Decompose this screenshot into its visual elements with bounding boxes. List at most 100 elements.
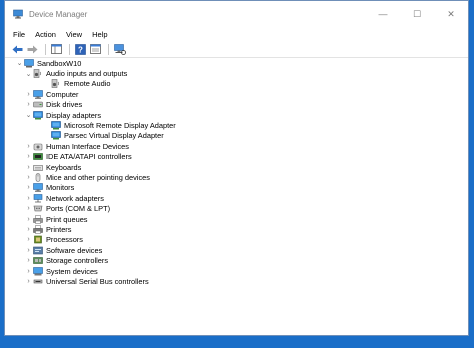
- display-adapter-icon: [33, 110, 43, 120]
- tree-item-label: Human Interface Devices: [46, 141, 129, 151]
- speaker-icon: [51, 79, 61, 89]
- tree-category[interactable]: › Software devices: [5, 245, 468, 255]
- tree-category[interactable]: › Network adapters: [5, 193, 468, 203]
- tree-category[interactable]: › Keyboards: [5, 162, 468, 172]
- console-tree-icon: [51, 44, 62, 54]
- help-icon: ?: [75, 43, 86, 55]
- maximize-button[interactable]: ☐: [400, 1, 434, 27]
- window-title: Device Manager: [29, 9, 88, 19]
- monitor-icon: [33, 183, 43, 193]
- expand-chevron-icon[interactable]: ›: [24, 246, 33, 255]
- collapse-chevron-icon[interactable]: ⌄: [24, 69, 33, 78]
- scan-hardware-changes-button[interactable]: [113, 43, 126, 56]
- system-device-icon: [33, 266, 43, 276]
- expand-chevron-icon[interactable]: ›: [24, 142, 33, 151]
- display-adapter-icon: [51, 121, 61, 130]
- tree-category[interactable]: › Computer: [5, 89, 468, 99]
- tree-device[interactable]: Parsec Virtual Display Adapter: [5, 131, 468, 141]
- tree-item-label: IDE ATA/ATAPI controllers: [46, 152, 132, 162]
- collapse-chevron-icon[interactable]: ⌄: [15, 59, 24, 68]
- expand-chevron-icon[interactable]: ›: [24, 152, 33, 161]
- expand-chevron-icon[interactable]: ›: [24, 267, 33, 276]
- menu-help[interactable]: Help: [88, 30, 111, 39]
- expand-chevron-icon[interactable]: ›: [24, 235, 33, 244]
- tree-item-label: Disk drives: [46, 100, 83, 110]
- tree-category[interactable]: › Monitors: [5, 183, 468, 193]
- tree-item-label: Remote Audio: [64, 79, 111, 89]
- toolbar-separator: [69, 43, 70, 55]
- device-manager-icon: [13, 9, 23, 19]
- printer-icon: [33, 225, 43, 234]
- properties-button[interactable]: [89, 43, 102, 56]
- tree-item-label: Print queues: [46, 214, 88, 224]
- expand-chevron-icon[interactable]: ›: [24, 173, 33, 182]
- menu-file[interactable]: File: [9, 30, 29, 39]
- forward-button[interactable]: [26, 43, 39, 56]
- collapse-chevron-icon[interactable]: ⌄: [24, 111, 33, 120]
- tree-category[interactable]: › Print queues: [5, 214, 468, 224]
- menu-view[interactable]: View: [62, 30, 86, 39]
- tree-item-label: System devices: [46, 266, 98, 276]
- tree-category[interactable]: › Printers: [5, 224, 468, 234]
- menu-bar: File Action View Help: [5, 27, 468, 41]
- tree-category[interactable]: › Mice and other pointing devices: [5, 172, 468, 182]
- tree-item-label: Storage controllers: [46, 256, 109, 266]
- processor-icon: [33, 235, 43, 244]
- device-tree[interactable]: ⌄ SandboxW10 ⌄ Audio inputs and outputs Re…: [5, 57, 468, 335]
- tree-item-label: Parsec Virtual Display Adapter: [64, 131, 164, 141]
- tree-item-label: Monitors: [46, 183, 75, 193]
- menu-action[interactable]: Action: [31, 30, 60, 39]
- tree-item-label: Network adapters: [46, 193, 104, 203]
- expand-chevron-icon[interactable]: ›: [24, 204, 33, 213]
- tree-category[interactable]: › Universal Serial Bus controllers: [5, 276, 468, 286]
- tree-item-label: Audio inputs and outputs: [46, 69, 128, 79]
- expand-chevron-icon[interactable]: ›: [24, 225, 33, 234]
- tree-item-label: Ports (COM & LPT): [46, 204, 111, 214]
- usb-icon: [33, 277, 43, 286]
- close-button[interactable]: ✕: [434, 1, 468, 27]
- print-queue-icon: [33, 214, 43, 224]
- forward-arrow-icon: [27, 45, 38, 53]
- tree-device[interactable]: Remote Audio: [5, 79, 468, 89]
- tree-device[interactable]: Microsoft Remote Display Adapter: [5, 120, 468, 130]
- help-button[interactable]: ?: [74, 43, 87, 56]
- expand-chevron-icon[interactable]: ›: [24, 163, 33, 172]
- tree-category[interactable]: ⌄ Audio inputs and outputs: [5, 68, 468, 78]
- back-button[interactable]: [11, 43, 24, 56]
- tree-item-label: Processors: [46, 235, 83, 245]
- toolbar-separator: [108, 43, 109, 55]
- properties-icon: [90, 44, 101, 54]
- tree-category[interactable]: › System devices: [5, 266, 468, 276]
- expand-chevron-icon[interactable]: ›: [24, 183, 33, 192]
- hid-icon: [33, 142, 43, 151]
- category-list: ⌄ Audio inputs and outputs Remote Audio › Co…: [5, 68, 468, 286]
- tree-category[interactable]: › Ports (COM & LPT): [5, 203, 468, 213]
- device-manager-window: Device Manager — ☐ ✕ File Action View He…: [4, 0, 469, 336]
- title-bar[interactable]: Device Manager — ☐ ✕: [5, 1, 468, 27]
- tree-item-label: Keyboards: [46, 162, 82, 172]
- expand-chevron-icon[interactable]: ›: [24, 100, 33, 109]
- expand-chevron-icon[interactable]: ›: [24, 90, 33, 99]
- expand-chevron-icon[interactable]: ›: [24, 256, 33, 265]
- speaker-icon: [33, 69, 43, 78]
- disk-icon: [33, 100, 43, 109]
- minimize-button[interactable]: —: [366, 1, 400, 27]
- tree-item-label: Software devices: [46, 245, 103, 255]
- port-icon: [33, 204, 43, 213]
- expand-chevron-icon[interactable]: ›: [24, 215, 33, 224]
- tree-category[interactable]: ⌄ Display adapters: [5, 110, 468, 120]
- tree-item-label: Computer: [46, 89, 79, 99]
- tree-root[interactable]: ⌄ SandboxW10: [5, 58, 468, 68]
- expand-chevron-icon[interactable]: ›: [24, 194, 33, 203]
- tree-category[interactable]: › Processors: [5, 235, 468, 245]
- show-hide-console-tree-button[interactable]: [50, 43, 63, 56]
- tree-category[interactable]: › Disk drives: [5, 100, 468, 110]
- tree-category[interactable]: › IDE ATA/ATAPI controllers: [5, 152, 468, 162]
- expand-chevron-icon[interactable]: ›: [24, 277, 33, 286]
- tree-category[interactable]: › Storage controllers: [5, 255, 468, 265]
- tree-category[interactable]: › Human Interface Devices: [5, 141, 468, 151]
- tree-item-label: Microsoft Remote Display Adapter: [64, 121, 176, 131]
